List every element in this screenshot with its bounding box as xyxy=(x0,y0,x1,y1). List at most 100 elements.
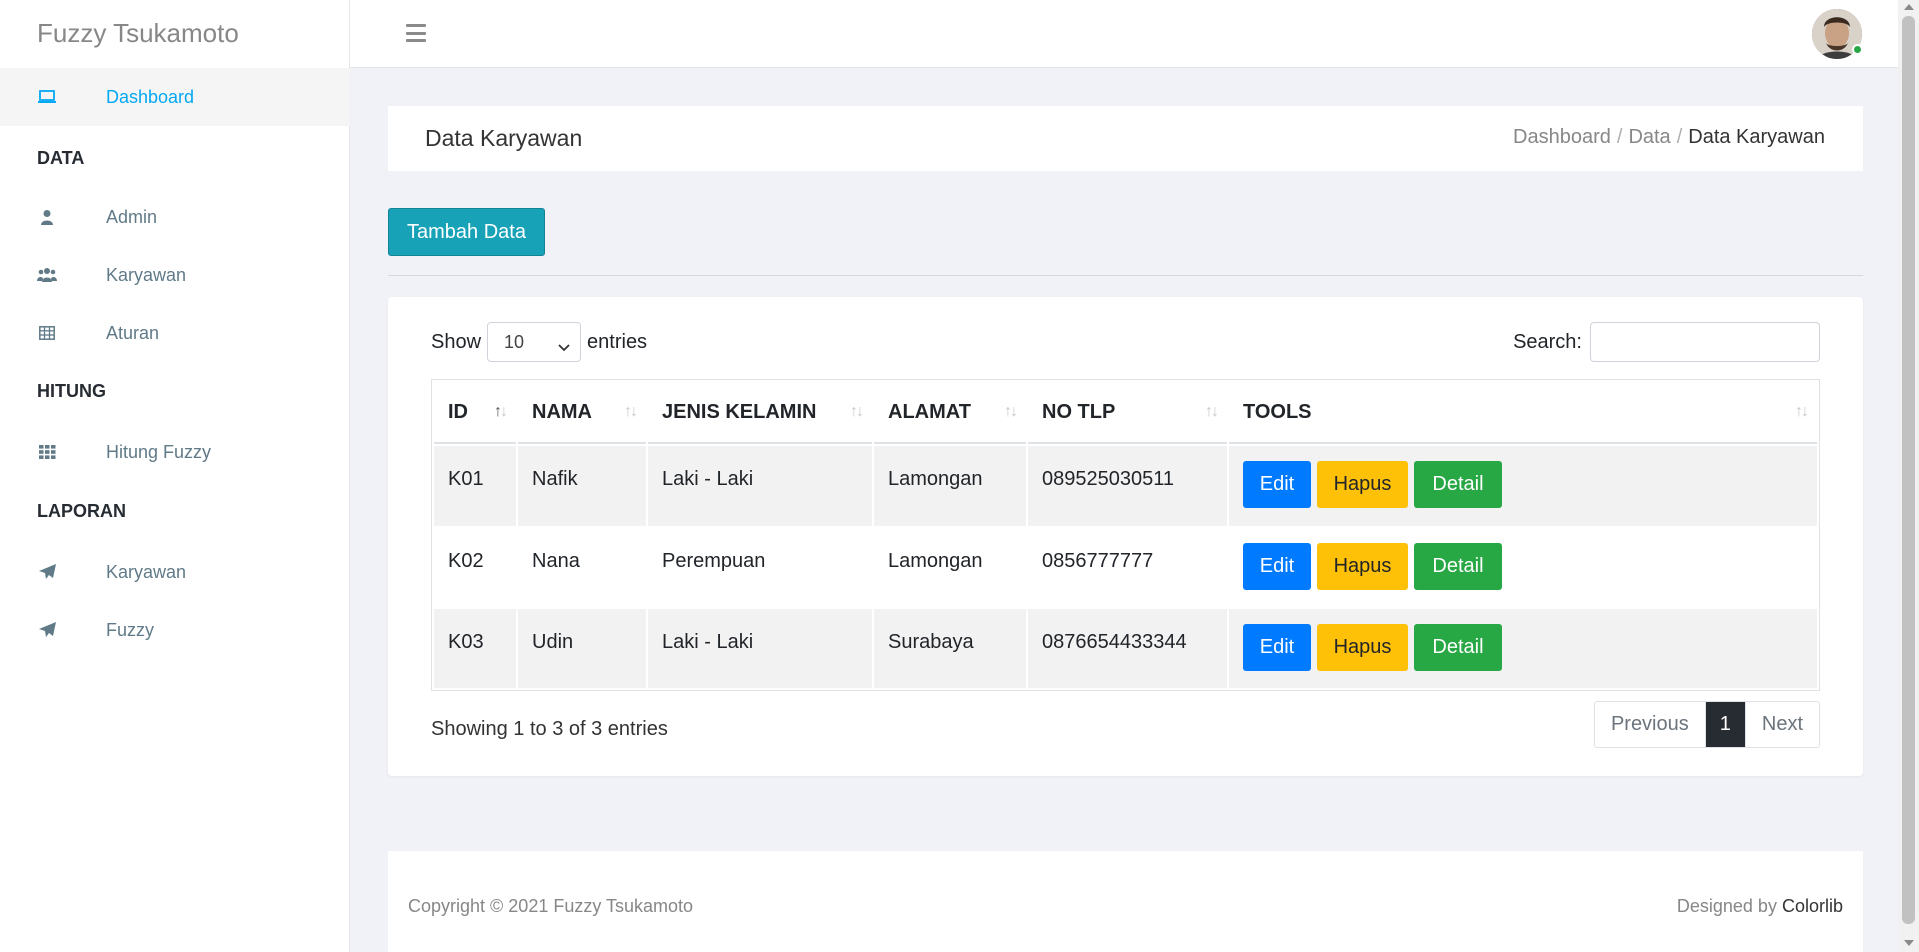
cell-alamat: Lamongan xyxy=(874,528,1026,607)
breadcrumb-separator: / xyxy=(1676,126,1683,148)
page-1-button[interactable]: 1 xyxy=(1705,702,1746,747)
breadcrumb-data[interactable]: Data xyxy=(1628,126,1670,149)
next-page-button[interactable]: Next xyxy=(1746,702,1819,747)
table-row: K01 Nafik Laki - Laki Lamongan 089525030… xyxy=(434,446,1817,526)
entries-select-value: 10 xyxy=(504,331,525,352)
top-header xyxy=(350,0,1898,68)
cell-alamat: Lamongan xyxy=(874,446,1026,526)
vertical-scrollbar[interactable] xyxy=(1898,0,1919,952)
sidebar-item-label: Aturan xyxy=(106,322,160,343)
cell-no-tlp: 089525030511 xyxy=(1028,446,1227,526)
sort-icon: ↑↓ xyxy=(1205,403,1219,420)
section-data: DATA xyxy=(37,148,85,168)
delete-button[interactable]: Hapus xyxy=(1317,624,1408,671)
cell-id: K01 xyxy=(434,446,516,526)
colorlib-link[interactable]: Colorlib xyxy=(1782,896,1843,916)
search-control: Search: xyxy=(1513,322,1820,362)
sidebar-item-karyawan[interactable]: Karyawan xyxy=(0,246,350,304)
entries-select[interactable]: 10 xyxy=(487,322,582,362)
breadcrumb-current: Data Karyawan xyxy=(1688,126,1825,148)
karyawan-table: ID ↑↓ NAMA ↑↓ JENIS KELAMIN ↑↓ ALAMAT ↑↓ NO … xyxy=(431,379,1820,691)
paper-plane-icon xyxy=(37,620,57,640)
sidebar-item-laporan-fuzzy[interactable]: Fuzzy xyxy=(0,601,350,659)
detail-button[interactable]: Detail xyxy=(1414,461,1502,508)
brand-title[interactable]: Fuzzy Tsukamoto xyxy=(37,18,239,49)
breadcrumb-dashboard[interactable]: Dashboard xyxy=(1513,126,1611,149)
column-header-no-tlp[interactable]: NO TLP ↑↓ xyxy=(1028,382,1227,444)
menu-toggle-icon[interactable] xyxy=(406,24,426,42)
detail-button[interactable]: Detail xyxy=(1414,543,1502,590)
sidebar-item-label: Fuzzy xyxy=(106,619,155,640)
cell-jenis-kelamin: Laki - Laki xyxy=(648,446,872,526)
previous-page-button[interactable]: Previous xyxy=(1595,702,1706,747)
add-data-button[interactable]: Tambah Data xyxy=(388,208,545,256)
cell-tools: Edit Hapus Detail xyxy=(1229,528,1817,607)
delete-button[interactable]: Hapus xyxy=(1317,543,1408,590)
cell-no-tlp: 0876654433344 xyxy=(1028,609,1227,688)
cell-jenis-kelamin: Laki - Laki xyxy=(648,609,872,688)
sidebar-item-label: Karyawan xyxy=(106,561,187,582)
breadcrumb: Dashboard / Data / Data Karyawan xyxy=(1513,126,1825,149)
cell-id: K02 xyxy=(434,528,516,607)
sort-icon: ↑↓ xyxy=(1004,403,1018,420)
column-header-alamat[interactable]: ALAMAT ↑↓ xyxy=(874,382,1026,444)
cell-tools: Edit Hapus Detail xyxy=(1229,609,1817,688)
scroll-up-icon[interactable] xyxy=(1904,4,1914,10)
cell-id: K03 xyxy=(434,609,516,688)
edit-button[interactable]: Edit xyxy=(1243,461,1311,508)
laptop-icon xyxy=(37,87,57,107)
table-info: Showing 1 to 3 of 3 entries xyxy=(431,718,668,740)
copyright-text: Copyright © 2021 Fuzzy Tsukamoto xyxy=(408,896,694,916)
entries-label: entries xyxy=(587,330,648,353)
paper-plane-icon xyxy=(37,562,57,582)
scroll-down-icon[interactable] xyxy=(1904,940,1914,946)
sidebar-item-label: Admin xyxy=(106,206,158,227)
breadcrumb-separator: / xyxy=(1616,126,1623,148)
sidebar-item-admin[interactable]: Admin xyxy=(0,188,350,246)
column-header-nama[interactable]: NAMA ↑↓ xyxy=(518,382,646,444)
delete-button[interactable]: Hapus xyxy=(1317,461,1408,508)
grid-icon xyxy=(37,442,57,462)
scrollbar-thumb[interactable] xyxy=(1902,16,1915,924)
page-title: Data Karyawan xyxy=(425,125,583,151)
show-label: Show xyxy=(431,330,482,353)
footer: Copyright © 2021 Fuzzy Tsukamoto Designe… xyxy=(388,851,1863,952)
data-table-card: Show 10 entries Search: ID ↑↓ NAMA ↑↓ JENI… xyxy=(388,297,1863,776)
sort-icon: ↑↓ xyxy=(850,403,864,420)
edit-button[interactable]: Edit xyxy=(1243,624,1311,671)
table-icon xyxy=(37,323,57,343)
sort-icon: ↑↓ xyxy=(1795,403,1809,420)
cell-nama: Nafik xyxy=(518,446,646,526)
table-header-row: ID ↑↓ NAMA ↑↓ JENIS KELAMIN ↑↓ ALAMAT ↑↓ NO … xyxy=(434,382,1817,444)
sidebar-item-laporan-karyawan[interactable]: Karyawan xyxy=(0,543,350,601)
chevron-down-icon xyxy=(558,336,570,357)
detail-button[interactable]: Detail xyxy=(1414,624,1502,671)
cell-nama: Udin xyxy=(518,609,646,688)
pagination: Previous 1 Next xyxy=(1593,701,1820,748)
column-header-jenis-kelamin[interactable]: JENIS KELAMIN ↑↓ xyxy=(648,382,872,444)
sidebar-item-dashboard[interactable]: Dashboard xyxy=(0,68,350,126)
section-hitung: HITUNG xyxy=(37,381,106,401)
sidebar-item-aturan[interactable]: Aturan xyxy=(0,304,350,362)
cell-jenis-kelamin: Perempuan xyxy=(648,528,872,607)
table-row: K03 Udin Laki - Laki Surabaya 0876654433… xyxy=(434,609,1817,688)
sort-icon: ↑↓ xyxy=(624,403,638,420)
edit-button[interactable]: Edit xyxy=(1243,543,1311,590)
search-input[interactable] xyxy=(1590,322,1820,362)
user-icon xyxy=(37,207,57,227)
table-row: K02 Nana Perempuan Lamongan 0856777777 E… xyxy=(434,528,1817,607)
cell-alamat: Surabaya xyxy=(874,609,1026,688)
sidebar-item-label: Karyawan xyxy=(106,264,187,285)
search-label: Search: xyxy=(1513,330,1582,353)
cell-nama: Nana xyxy=(518,528,646,607)
users-icon xyxy=(37,265,57,285)
sidebar-item-label: Dashboard xyxy=(106,86,195,107)
online-status-dot xyxy=(1852,44,1863,55)
column-header-id[interactable]: ID ↑↓ xyxy=(434,382,516,444)
cell-tools: Edit Hapus Detail xyxy=(1229,446,1817,526)
sidebar-item-hitung-fuzzy[interactable]: Hitung Fuzzy xyxy=(0,423,350,481)
column-header-tools[interactable]: TOOLS ↑↓ xyxy=(1229,382,1817,444)
sidebar: Fuzzy Tsukamoto Dashboard DATA Admin Kar… xyxy=(0,0,350,952)
sort-asc-icon: ↑↓ xyxy=(494,403,508,420)
credit-text: Designed by Colorlib xyxy=(1677,896,1843,917)
